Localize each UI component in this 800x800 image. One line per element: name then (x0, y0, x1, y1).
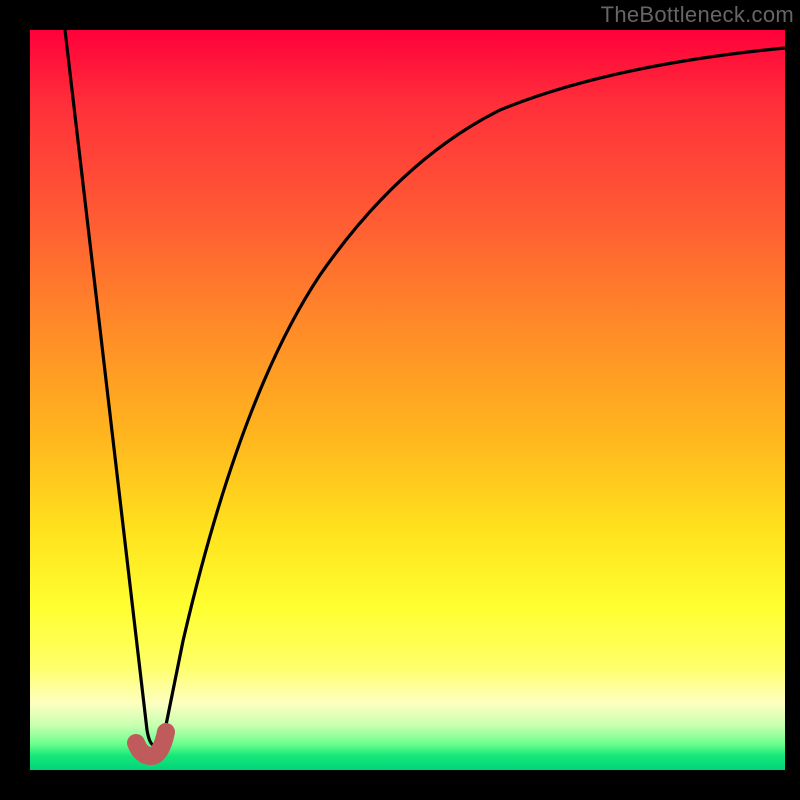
watermark-text: TheBottleneck.com (601, 2, 794, 28)
chart-svg (30, 30, 785, 770)
bottleneck-curve (65, 30, 785, 745)
plot-area (30, 30, 785, 770)
